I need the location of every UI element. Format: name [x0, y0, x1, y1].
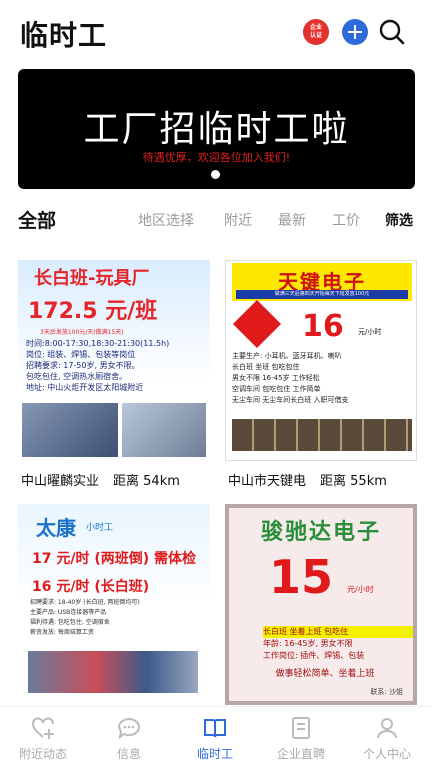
job-poster-image: 天键电子 做满三天后第四天开始每天下班发放100元 16 元/小时 主要生产: … [225, 260, 417, 461]
person-icon [377, 718, 397, 739]
poster-signature: 联系: 沙姐 [370, 688, 403, 696]
poster-line: 年龄: 16-45岁, 男女不限 [263, 639, 353, 648]
poster-line: 包吃包住, 空调热水厕宿舍。 [26, 372, 128, 381]
card-meta: 中山市天键电 距离 55km [228, 470, 387, 489]
nav-label: 企业直聘 [276, 747, 325, 761]
banner-title: 工厂招临时工啦 [83, 109, 350, 150]
job-card[interactable]: 天键电子 做满三天后第四天开始每天下班发放100元 16 元/小时 主要生产: … [225, 260, 417, 489]
poster-line: 空调车间 包吃包住 工作简单 [232, 385, 321, 393]
poster-wage: 172.5 元/班 [28, 299, 158, 324]
workshop-photo [28, 651, 198, 693]
poster-line: 时间:8:00-17:30,18:30-21:30(11.5h) [26, 339, 170, 348]
poster-line: 招聘要求: 18-40岁 (长白班, 两班倒均可) [30, 599, 140, 606]
app-header: 临时工 企业 认证 [0, 0, 432, 66]
poster-title: 长白班-玩具厂 [34, 268, 150, 289]
poster-line: 无尘车间 无尘车间长白班 入职可借支 [232, 396, 349, 404]
poster-subtitle: 做满三天后第四天开始每天下班发放100元 [236, 290, 408, 299]
poster-line: 主要产品: USB连接器等产品 [30, 609, 107, 616]
poster-line: 主要生产: 小耳机、蓝牙耳机、喇叭 [232, 352, 342, 360]
promo-banner[interactable]: 工厂招临时工啦 待遇优厚，欢迎各位加入我们! [18, 69, 415, 189]
book-icon [204, 719, 226, 738]
poster-details: 时间:8:00-17:30,18:30-21:30(11.5h) 岗位: 组装、… [26, 338, 204, 393]
job-poster-image: 太康 小时工 17 元/时 (两班倒) 需体检 16 元/时 (长白班) 招聘要… [18, 504, 210, 705]
nav-messages[interactable]: 信息 [86, 715, 172, 762]
job-card[interactable]: 太康 小时工 17 元/时 (两班倒) 需体检 16 元/时 (长白班) 招聘要… [18, 504, 210, 705]
poster-line: 男女不限 16-45岁 工作轻松 [232, 374, 320, 382]
poster-note: 3天后发放100元/天(做满15天) [40, 329, 124, 336]
nav-temp-jobs[interactable]: 临时工 [172, 715, 258, 762]
poster-title: 骏驰达电子 [260, 520, 381, 545]
poster-wage: 16 [302, 309, 344, 344]
filter-region[interactable]: 地区选择 [138, 210, 194, 230]
nav-direct-hire[interactable]: 企业直聘 [258, 715, 344, 762]
filter-latest[interactable]: 最新 [278, 210, 306, 230]
distance-label: 距离 54km [113, 474, 180, 489]
filter-screen-button[interactable]: 筛选 [385, 210, 413, 230]
poster-details: 长白班 坐着上班 包吃住 年龄: 16-45岁, 男女不限 工作岗位: 插件、焊… [263, 626, 413, 662]
poster-line: 岗位: 组装、焊锡、包装等岗位 [26, 350, 136, 359]
poster-unit: 元/小时 [358, 328, 382, 336]
bottom-navigation: 附近动态 信息 临时工 企业直聘 个人中心 [0, 706, 432, 768]
poster-wage-line: 17 元/时 (两班倒) 需体检 [32, 551, 197, 567]
nav-label: 个人中心 [362, 747, 411, 761]
poster-line: 地址: 中山火炬开发区太阳城附近 [26, 383, 144, 392]
nav-nearby-updates[interactable]: 附近动态 [0, 715, 86, 762]
company-name: 中山市天键电 [228, 474, 307, 489]
card-meta: 中山曜麟实业 距离 54km [21, 470, 180, 489]
banner-subtitle: 待遇优厚，欢迎各位加入我们! [142, 151, 291, 164]
distance-label: 距离 55km [320, 474, 387, 489]
document-icon [292, 717, 310, 739]
carousel-indicator [211, 170, 220, 179]
job-poster-image: 长白班-玩具厂 172.5 元/班 3天后发放100元/天(做满15天) 时间:… [18, 260, 210, 461]
nav-label: 信息 [116, 747, 141, 761]
chat-bubble-icon [117, 718, 140, 740]
job-poster-image: 骏驰达电子 15 元/小时 长白班 坐着上班 包吃住 年龄: 16-45岁, 男… [225, 504, 417, 705]
poster-wage-line: 16 元/时 (长白班) [32, 579, 150, 595]
poster-details: 招聘要求: 18-40岁 (长白班, 两班倒均可) 主要产品: USB连接器等产… [30, 598, 202, 638]
add-button[interactable] [342, 19, 368, 45]
poster-line: 薪资发放: 每周结算工资 [30, 629, 94, 636]
badge-line-1: 企业 [309, 24, 322, 31]
job-card[interactable]: 长白班-玩具厂 172.5 元/班 3天后发放100元/天(做满15天) 时间:… [18, 260, 210, 489]
poster-header: 天键电子 做满三天后第四天开始每天下班发放100元 [232, 263, 412, 301]
poster-line: 长白班 坐着上班 包吃住 [263, 626, 413, 638]
nav-label: 临时工 [196, 747, 233, 761]
poster-line: 招聘要求: 17-50岁, 男女不限。 [26, 361, 140, 370]
poster-title: 太康 [36, 516, 76, 540]
poster-line: 福利待遇: 包吃包住, 空调宿舍 [30, 619, 110, 626]
company-name: 中山曜麟实业 [21, 474, 100, 489]
poster-details: 主要生产: 小耳机、蓝牙耳机、喇叭 长白班 坐班 包吃包住 男女不限 16-45… [232, 351, 412, 406]
page-title: 临时工 [20, 19, 108, 52]
enterprise-certified-icon[interactable]: 企业 认证 [303, 19, 329, 45]
workshop-photos [232, 419, 412, 451]
heart-plus-icon [32, 717, 54, 739]
poster-unit: 元/小时 [347, 585, 374, 594]
filter-all-tab[interactable]: 全部 [18, 206, 56, 233]
nav-label: 附近动态 [18, 747, 67, 761]
poster-wage: 15 [269, 550, 334, 604]
diamond-shape [232, 299, 282, 349]
filter-wage[interactable]: 工价 [332, 210, 360, 230]
filter-bar: 全部 地区选择 附近 最新 工价 筛选 [0, 196, 432, 240]
poster-line: 工作岗位: 插件、焊锡、包装 [263, 651, 365, 660]
poster-line: 长白班 坐班 包吃包住 [232, 363, 300, 371]
nav-personal-center[interactable]: 个人中心 [344, 715, 430, 762]
poster-footer: 做事轻松简单、坐着上班 [275, 669, 375, 679]
badge-line-2: 认证 [309, 32, 322, 39]
factory-photo [22, 403, 118, 457]
search-icon[interactable] [378, 18, 406, 46]
job-card[interactable]: 骏驰达电子 15 元/小时 长白班 坐着上班 包吃住 年龄: 16-45岁, 男… [225, 504, 417, 705]
filter-nearby[interactable]: 附近 [224, 210, 252, 230]
building-photo [122, 403, 206, 457]
poster-title-small: 小时工 [86, 523, 114, 533]
